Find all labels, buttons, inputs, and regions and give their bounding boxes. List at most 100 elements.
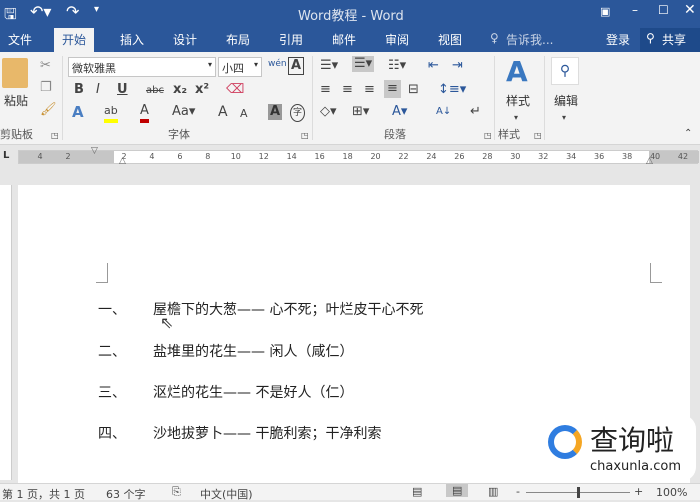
justify-icon[interactable]: ≡	[384, 80, 401, 98]
font-color-icon[interactable]: A	[140, 103, 149, 123]
text-effects-icon[interactable]: A	[72, 104, 84, 120]
edit-button[interactable]: 编辑	[554, 92, 578, 109]
tab-insert[interactable]: 插入	[120, 31, 144, 48]
ruler-tick: 12	[258, 152, 269, 161]
zoom-out-button[interactable]: -	[516, 485, 520, 498]
close-button[interactable]: ✕	[684, 2, 696, 18]
dialog-launcher-icon[interactable]: ◳	[534, 128, 542, 144]
hanging-indent-marker[interactable]: △	[119, 156, 126, 166]
ruler-tick: 28	[482, 152, 493, 161]
character-shading-icon[interactable]: A	[268, 104, 283, 120]
ruler-tick: 14	[286, 152, 297, 161]
chevron-down-icon: ▾	[253, 60, 258, 69]
increase-indent-icon[interactable]: ⇥	[452, 58, 463, 74]
undo-icon[interactable]: ↶▾	[30, 2, 51, 21]
list-item[interactable]: 沙地拔萝卜—— 干脆利索；干净利索	[153, 423, 381, 443]
group-clipboard-label: 剪贴板	[0, 128, 33, 141]
list-item[interactable]: 屋檐下的大葱—— 心不死；叶烂皮干心不死	[153, 299, 423, 319]
dialog-launcher-icon[interactable]: ◳	[301, 128, 309, 144]
enclose-character-icon[interactable]: 字	[290, 104, 306, 122]
ruler-tick: 4	[149, 152, 155, 161]
share-button[interactable]: ⚲ 共享	[640, 28, 700, 52]
maximize-button[interactable]: ☐	[658, 3, 669, 17]
zoom-level[interactable]: 100%	[656, 486, 687, 499]
print-layout-icon[interactable]: ▤	[446, 484, 469, 497]
shading-icon[interactable]: ◇▾	[320, 104, 337, 120]
collapse-ribbon-icon[interactable]: ⌃	[684, 126, 692, 142]
redo-icon[interactable]: ↷	[66, 2, 79, 21]
minimize-button[interactable]: –	[632, 3, 638, 17]
right-indent-marker[interactable]: △	[646, 156, 653, 166]
tab-review[interactable]: 审阅	[385, 31, 409, 48]
search-icon[interactable]: ⚲	[551, 57, 579, 85]
character-border-icon[interactable]: A	[288, 57, 305, 75]
tab-layout[interactable]: 布局	[226, 31, 250, 48]
superscript-icon[interactable]: x²	[195, 82, 209, 98]
group-font-label: 字体	[168, 128, 190, 141]
highlight-icon[interactable]: ab	[104, 103, 118, 123]
grow-font-icon[interactable]: A	[218, 104, 228, 120]
font-name-combo[interactable]: 微软雅黑 ▾	[68, 57, 216, 77]
tab-selector-icon[interactable]: L	[3, 150, 9, 161]
strikethrough-icon[interactable]: abc	[146, 83, 164, 99]
styles-icon[interactable]: A	[506, 56, 528, 88]
clear-formatting-icon[interactable]: ⌫	[226, 82, 244, 98]
copy-icon[interactable]: ❐	[40, 80, 52, 96]
bullets-icon[interactable]: ☰▾	[320, 58, 338, 74]
numbering-icon[interactable]: ☰▾	[352, 56, 375, 72]
italic-icon[interactable]: I	[96, 82, 100, 98]
chevron-down-icon: ▾	[562, 113, 567, 122]
shrink-font-icon[interactable]: A	[240, 106, 248, 122]
first-line-indent-marker[interactable]: ▽	[91, 146, 98, 156]
sort-icon[interactable]: A↓	[436, 104, 451, 120]
show-marks-icon[interactable]: ↵	[470, 104, 481, 120]
list-number: 四、	[98, 426, 126, 442]
ruler-tick: 16	[314, 152, 325, 161]
mouse-cursor-icon: ⇖	[160, 313, 174, 332]
web-layout-icon[interactable]: ▥	[488, 485, 498, 498]
font-size-combo[interactable]: 小四 ▾	[218, 57, 262, 77]
dialog-launcher-icon[interactable]: ◳	[484, 128, 492, 144]
ribbon-display-icon[interactable]: ▣	[600, 5, 610, 18]
borders-icon[interactable]: ⊞▾	[352, 104, 369, 120]
cut-icon[interactable]: ✂	[40, 58, 51, 74]
zoom-slider-thumb[interactable]	[577, 487, 580, 498]
styles-button[interactable]: 样式	[506, 92, 530, 109]
phonetic-guide-icon[interactable]: wén	[268, 56, 287, 72]
align-right-icon[interactable]: ≡	[364, 82, 375, 98]
customize-qat-icon[interactable]: ▾	[94, 4, 99, 15]
save-icon[interactable]: 🖫	[4, 4, 17, 29]
align-left-icon[interactable]: ≡	[320, 82, 331, 98]
tab-home[interactable]: 开始	[54, 28, 95, 52]
chinese-layout-icon[interactable]: A▾	[392, 104, 407, 120]
tab-mailings[interactable]: 邮件	[332, 31, 356, 48]
list-item[interactable]: 沤烂的花生—— 不是好人（仁）	[153, 382, 353, 402]
read-mode-icon[interactable]: ▤	[412, 485, 422, 498]
tab-references[interactable]: 引用	[279, 31, 303, 48]
paste-button[interactable]: 粘贴	[4, 92, 28, 109]
vertical-ruler[interactable]	[0, 185, 12, 480]
tab-view[interactable]: 视图	[438, 31, 462, 48]
ruler-tick: 38	[622, 152, 633, 161]
bold-icon[interactable]: B	[74, 82, 84, 98]
underline-icon[interactable]: U	[117, 82, 128, 98]
change-case-icon[interactable]: Aa▾	[172, 104, 195, 120]
ruler-tick: 36	[594, 152, 605, 161]
align-center-icon[interactable]: ≡	[342, 82, 353, 98]
proofing-icon[interactable]: ⎘	[172, 485, 181, 499]
tab-file[interactable]: 文件	[8, 31, 32, 48]
distributed-icon[interactable]: ⊟	[408, 82, 419, 98]
list-item[interactable]: 盐堆里的花生—— 闲人（咸仁）	[153, 341, 353, 361]
dialog-launcher-icon[interactable]: ◳	[51, 128, 59, 144]
list-number: 二、	[98, 344, 126, 360]
multilevel-list-icon[interactable]: ☷▾	[388, 58, 406, 74]
zoom-in-button[interactable]: +	[634, 485, 643, 498]
line-spacing-icon[interactable]: ↕≡▾	[438, 82, 466, 98]
subscript-icon[interactable]: x₂	[173, 82, 187, 98]
paste-icon[interactable]	[2, 58, 28, 88]
decrease-indent-icon[interactable]: ⇤	[428, 58, 439, 74]
format-painter-icon[interactable]: 🖌	[40, 102, 57, 118]
signin-link[interactable]: 登录	[606, 31, 630, 48]
tab-design[interactable]: 设计	[173, 31, 197, 48]
tell-me-input[interactable]: 告诉我...	[506, 31, 553, 48]
